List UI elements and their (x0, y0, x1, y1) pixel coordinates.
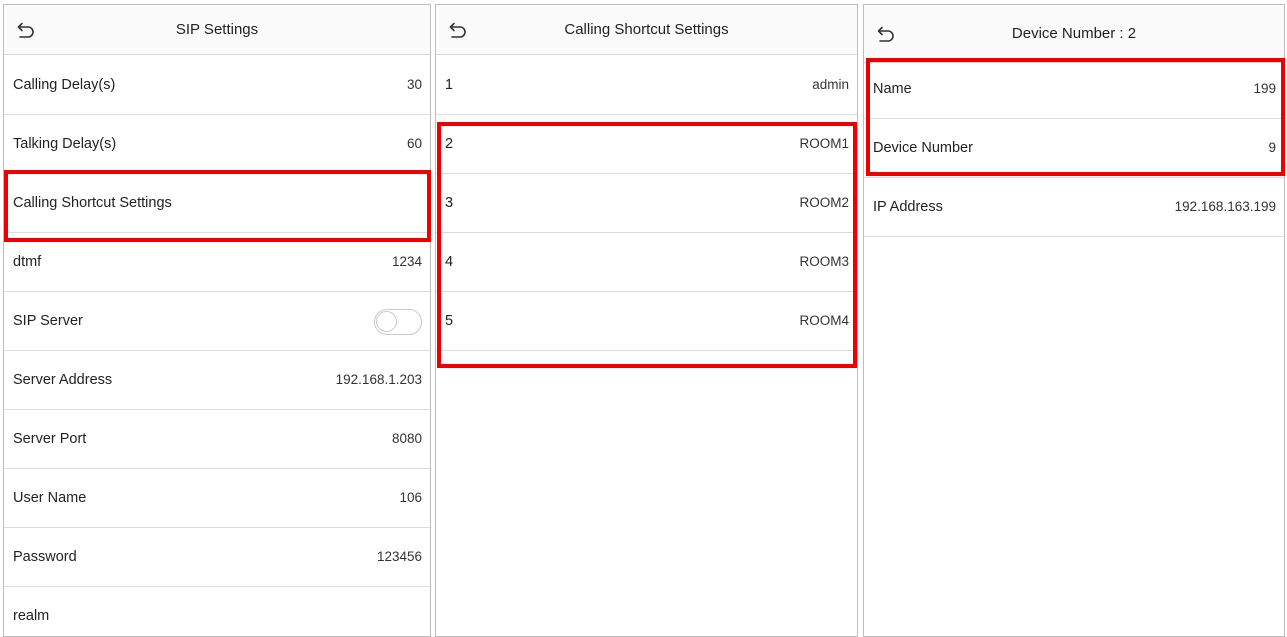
row-label: SIP Server (13, 313, 83, 329)
row-value: 30 (406, 77, 422, 92)
talking-delay-row[interactable]: Talking Delay(s) 60 (4, 115, 430, 174)
name-row[interactable]: Name 199 (864, 60, 1284, 119)
row-label: Calling Shortcut Settings (13, 195, 172, 211)
shortcut-row-3[interactable]: 3 ROOM2 (436, 174, 857, 233)
row-label: dtmf (13, 254, 42, 270)
password-row[interactable]: Password 123456 (4, 528, 430, 587)
back-arrow-icon[interactable] (16, 20, 36, 40)
row-value: 106 (399, 490, 422, 505)
user-name-row[interactable]: User Name 106 (4, 469, 430, 528)
row-label: 5 (445, 313, 454, 329)
row-value: ROOM1 (799, 136, 849, 151)
page-title: Calling Shortcut Settings (564, 21, 729, 38)
dtmf-row[interactable]: dtmf 1234 (4, 233, 430, 292)
calling-delay-row[interactable]: Calling Delay(s) 30 (4, 56, 430, 115)
row-label: realm (13, 608, 50, 624)
shortcut-row-4[interactable]: 4 ROOM3 (436, 233, 857, 292)
row-value: ROOM4 (799, 313, 849, 328)
row-label: Calling Delay(s) (13, 77, 116, 93)
back-arrow-icon[interactable] (448, 20, 468, 40)
calling-shortcut-settings-panel: Calling Shortcut Settings 1 admin 2 ROOM… (435, 4, 858, 637)
calling-shortcut-settings-row[interactable]: Calling Shortcut Settings (4, 174, 430, 233)
device-number-row[interactable]: Device Number 9 (864, 119, 1284, 178)
sip-settings-panel: SIP Settings Calling Delay(s) 30 Talking… (3, 4, 431, 637)
server-address-row[interactable]: Server Address 192.168.1.203 (4, 351, 430, 410)
row-value: ROOM2 (799, 195, 849, 210)
row-label: Device Number (873, 140, 973, 156)
row-value: 60 (406, 136, 422, 151)
row-label: 2 (445, 136, 454, 152)
row-label: IP Address (873, 199, 943, 215)
row-value: ROOM3 (799, 254, 849, 269)
sip-settings-header: SIP Settings (4, 5, 430, 55)
row-value: 8080 (391, 431, 422, 446)
row-label: 1 (445, 77, 454, 93)
toggle-knob (376, 311, 397, 332)
row-label: 3 (445, 195, 454, 211)
row-label: Password (13, 549, 77, 565)
page-title: Device Number : 2 (1011, 25, 1137, 42)
sip-server-toggle[interactable] (374, 309, 422, 335)
row-value: 1234 (391, 254, 422, 269)
row-value: 192.168.1.203 (335, 372, 422, 387)
calling-shortcut-header: Calling Shortcut Settings (436, 5, 857, 55)
row-value: 199 (1253, 81, 1276, 96)
shortcut-row-2[interactable]: 2 ROOM1 (436, 115, 857, 174)
row-label: Server Address (13, 372, 113, 388)
row-label: User Name (13, 490, 87, 506)
row-label: Name (873, 81, 912, 97)
row-label: 4 (445, 254, 454, 270)
row-label: Server Port (13, 431, 87, 447)
back-arrow-icon[interactable] (876, 24, 896, 44)
ip-address-row[interactable]: IP Address 192.168.163.199 (864, 178, 1284, 237)
page-title: SIP Settings (175, 21, 259, 38)
device-number-panel: Device Number : 2 Name 199 Device Number… (863, 4, 1285, 637)
row-value: admin (812, 77, 849, 92)
shortcut-row-1[interactable]: 1 admin (436, 56, 857, 115)
row-label: Talking Delay(s) (13, 136, 117, 152)
realm-row[interactable]: realm (4, 587, 430, 636)
device-number-header: Device Number : 2 (864, 5, 1284, 63)
row-value: 123456 (376, 549, 422, 564)
sip-server-row: SIP Server (4, 292, 430, 351)
server-port-row[interactable]: Server Port 8080 (4, 410, 430, 469)
shortcut-row-5[interactable]: 5 ROOM4 (436, 292, 857, 351)
row-value: 192.168.163.199 (1174, 199, 1276, 214)
row-value: 9 (1268, 140, 1276, 155)
